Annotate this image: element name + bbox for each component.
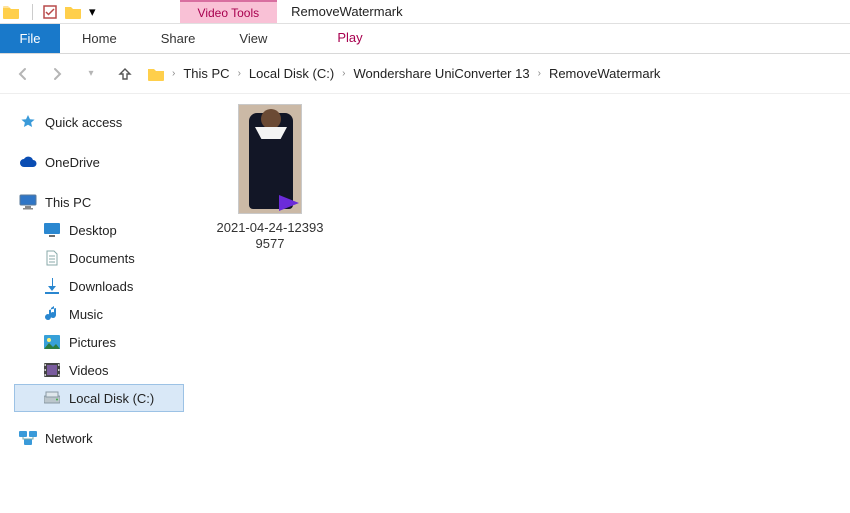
music-note-icon bbox=[43, 305, 61, 323]
video-thumbnail bbox=[238, 104, 302, 214]
tree-item-desktop[interactable]: Desktop bbox=[14, 216, 184, 244]
qat-button-new-folder[interactable] bbox=[61, 5, 85, 19]
cloud-icon bbox=[19, 153, 37, 171]
tree-item-pictures[interactable]: Pictures bbox=[14, 328, 184, 356]
spacer bbox=[14, 412, 184, 424]
thumbnail-shape bbox=[261, 109, 281, 129]
breadcrumb-segment[interactable]: RemoveWatermark bbox=[549, 66, 660, 81]
tree-label: Downloads bbox=[69, 279, 133, 294]
qat-customize-chevron[interactable]: ▾ bbox=[85, 4, 100, 20]
documents-icon bbox=[43, 249, 61, 267]
forward-button[interactable] bbox=[46, 63, 68, 85]
chevron-right-icon[interactable]: › bbox=[172, 68, 175, 79]
qat-button-properties[interactable] bbox=[39, 5, 61, 19]
folder-icon bbox=[148, 67, 164, 81]
tree-label: Videos bbox=[69, 363, 109, 378]
chevron-right-icon[interactable]: › bbox=[342, 68, 345, 79]
tree-label: OneDrive bbox=[45, 155, 100, 170]
quick-access-toolbar: ▾ bbox=[22, 0, 100, 23]
ribbon-gap bbox=[289, 24, 315, 53]
download-arrow-icon bbox=[43, 277, 61, 295]
tree-label: Quick access bbox=[45, 115, 122, 130]
network-icon bbox=[19, 429, 37, 447]
tab-view[interactable]: View bbox=[217, 24, 289, 53]
tree-item-local-disk[interactable]: Local Disk (C:) bbox=[14, 384, 184, 412]
film-icon bbox=[43, 361, 61, 379]
spacer bbox=[14, 136, 184, 148]
monitor-icon bbox=[19, 193, 37, 211]
tree-item-onedrive[interactable]: OneDrive bbox=[14, 148, 184, 176]
breadcrumb-segment[interactable]: Wondershare UniConverter 13 bbox=[354, 66, 530, 81]
titlebar-spacer bbox=[100, 0, 180, 23]
star-icon bbox=[19, 113, 37, 131]
contextual-tab-video-tools[interactable]: Video Tools bbox=[180, 0, 278, 23]
tree-item-quick-access[interactable]: Quick access bbox=[14, 108, 184, 136]
divider bbox=[32, 4, 33, 20]
chevron-right-icon[interactable]: › bbox=[238, 68, 241, 79]
tree-label: Pictures bbox=[69, 335, 116, 350]
breadcrumb[interactable]: › This PC › Local Disk (C:) › Wondershar… bbox=[148, 66, 838, 81]
tree-item-network[interactable]: Network bbox=[14, 424, 184, 452]
ribbon-tabs: File Home Share View Play bbox=[0, 24, 850, 54]
tree-label: Desktop bbox=[69, 223, 117, 238]
tree-label: This PC bbox=[45, 195, 91, 210]
tree-label: Music bbox=[69, 307, 103, 322]
drive-icon bbox=[43, 389, 61, 407]
breadcrumb-segment[interactable]: This PC bbox=[183, 66, 229, 81]
navigation-bar: ▾ › This PC › Local Disk (C:) › Wondersh… bbox=[0, 54, 850, 94]
tree-label: Documents bbox=[69, 251, 135, 266]
title-bar: ▾ Video Tools RemoveWatermark bbox=[0, 0, 850, 24]
folder-icon bbox=[0, 0, 22, 23]
tree-item-this-pc[interactable]: This PC bbox=[14, 188, 184, 216]
chevron-right-icon[interactable]: › bbox=[538, 68, 541, 79]
tree-item-music[interactable]: Music bbox=[14, 300, 184, 328]
breadcrumb-segment[interactable]: Local Disk (C:) bbox=[249, 66, 334, 81]
up-button[interactable] bbox=[114, 63, 136, 85]
recent-locations-chevron[interactable]: ▾ bbox=[80, 63, 102, 85]
tab-share[interactable]: Share bbox=[139, 24, 218, 53]
tree-item-documents[interactable]: Documents bbox=[14, 244, 184, 272]
tree-label: Local Disk (C:) bbox=[69, 391, 154, 406]
spacer bbox=[14, 176, 184, 188]
tab-home[interactable]: Home bbox=[60, 24, 139, 53]
tree-label: Network bbox=[45, 431, 93, 446]
file-name-label: 2021-04-24-12393 9577 bbox=[200, 220, 340, 253]
desktop-icon bbox=[43, 221, 61, 239]
tree-item-videos[interactable]: Videos bbox=[14, 356, 184, 384]
back-button[interactable] bbox=[12, 63, 34, 85]
file-item[interactable]: 2021-04-24-12393 9577 bbox=[200, 104, 340, 253]
body: Quick access OneDrive This PC Desktop bbox=[0, 94, 850, 513]
tree-item-downloads[interactable]: Downloads bbox=[14, 272, 184, 300]
tab-file[interactable]: File bbox=[0, 24, 60, 53]
tab-play[interactable]: Play bbox=[315, 24, 384, 53]
content-pane[interactable]: 2021-04-24-12393 9577 bbox=[190, 94, 850, 513]
navigation-pane: Quick access OneDrive This PC Desktop bbox=[0, 94, 190, 513]
pictures-icon bbox=[43, 333, 61, 351]
window-title: RemoveWatermark bbox=[277, 0, 416, 23]
